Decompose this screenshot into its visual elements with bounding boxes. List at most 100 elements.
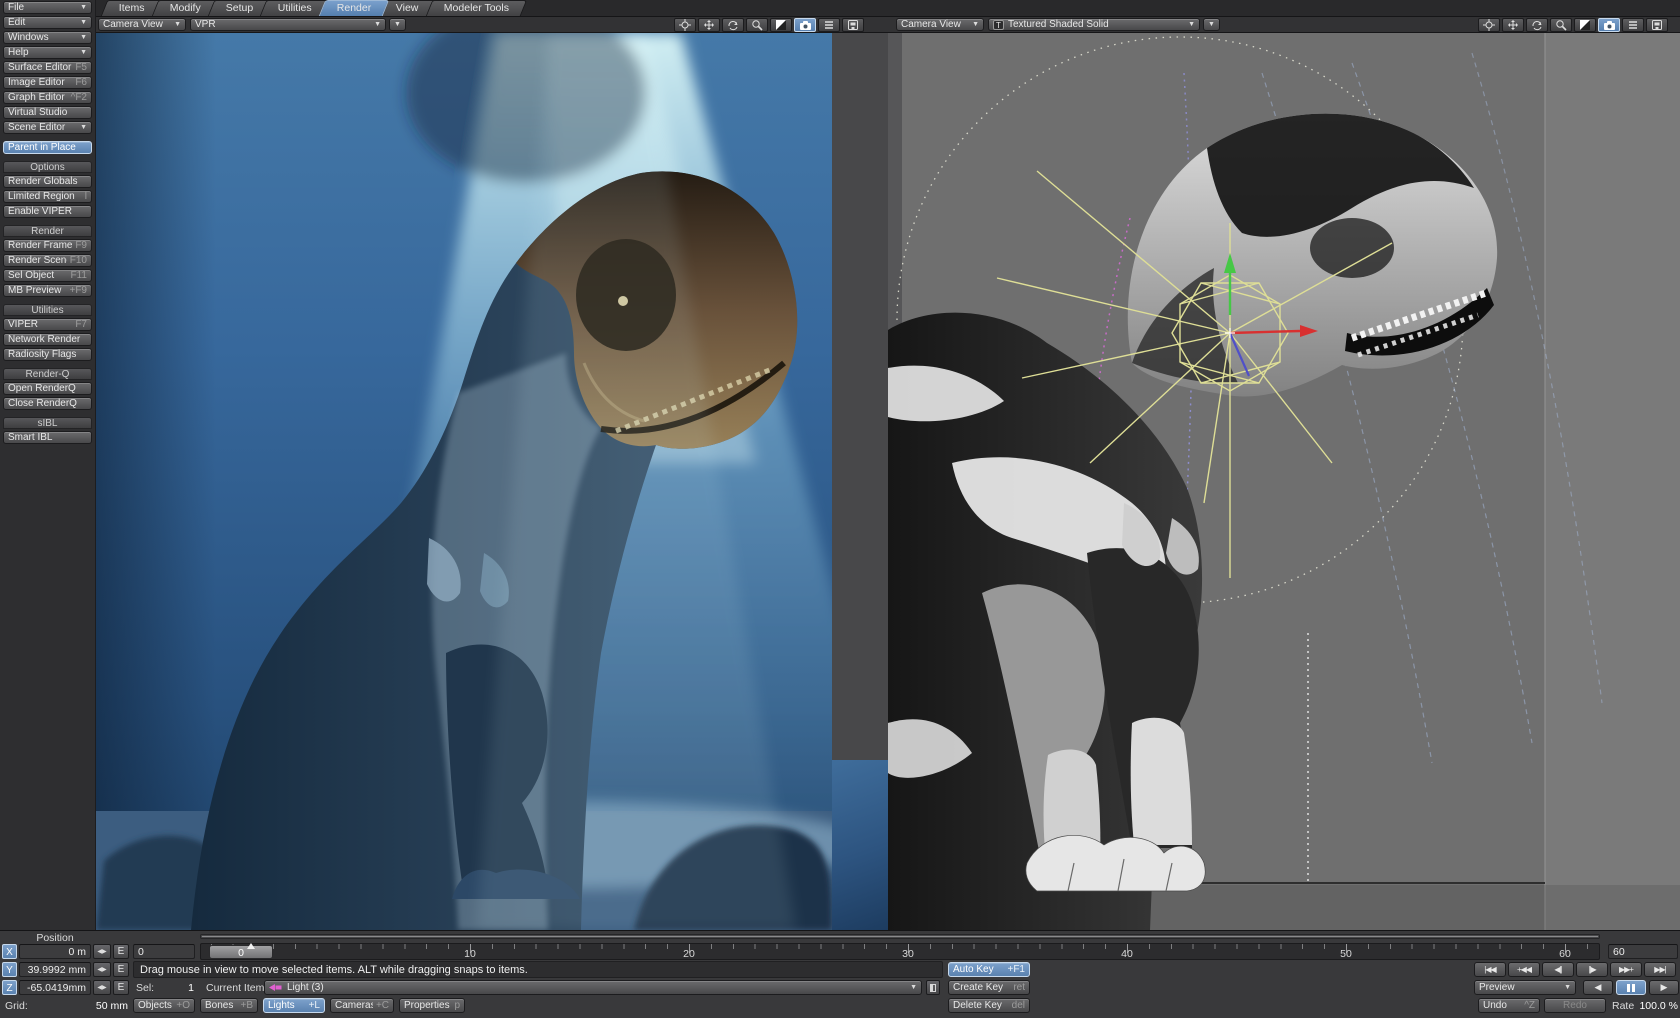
rotate-icon[interactable] bbox=[722, 18, 744, 32]
move-icon[interactable] bbox=[1502, 18, 1524, 32]
light-item-icon bbox=[269, 983, 283, 992]
x-position-field[interactable]: 0 m bbox=[19, 944, 91, 959]
pan-icon[interactable] bbox=[1478, 18, 1500, 32]
maximize-viewport-icon[interactable] bbox=[1574, 18, 1596, 32]
tab-render[interactable]: Render bbox=[319, 0, 390, 16]
menu-help[interactable]: Help▼ bbox=[3, 46, 92, 59]
rate-label: Rate bbox=[1612, 1000, 1634, 1012]
chevron-down-icon: ▼ bbox=[80, 47, 87, 58]
y-position-field[interactable]: 39.9992 mm bbox=[19, 962, 91, 977]
frame-slider-handle[interactable]: 0 bbox=[209, 945, 273, 959]
pause-button[interactable] bbox=[1616, 980, 1646, 995]
pause-icon bbox=[1627, 984, 1635, 992]
objects-mode-button[interactable]: Objects+O bbox=[133, 998, 195, 1013]
item-list-button[interactable] bbox=[926, 980, 940, 995]
zoom-icon[interactable] bbox=[746, 18, 768, 32]
play-forward-button[interactable]: ▶ bbox=[1649, 980, 1679, 995]
chevron-down-icon: ▼ bbox=[174, 19, 181, 30]
chevron-down-icon: ▼ bbox=[910, 982, 917, 993]
timeline-ruler[interactable]: 0 10 20 30 40 50 60 0 bbox=[200, 943, 1600, 960]
timeline-scrollbar[interactable] bbox=[200, 934, 1600, 939]
limited-region-button[interactable]: Limited Regionl bbox=[3, 190, 92, 203]
view-type-dropdown[interactable]: Camera View▼ bbox=[98, 18, 186, 31]
scene-editor-button[interactable]: Scene Editor▼ bbox=[3, 121, 92, 134]
play-reverse-button[interactable]: ◀ bbox=[1583, 980, 1613, 995]
rotate-icon[interactable] bbox=[1526, 18, 1548, 32]
previous-key-button[interactable]: +◀◀ bbox=[1508, 962, 1540, 977]
viewport-options-dropdown[interactable]: ▼ bbox=[1203, 18, 1220, 31]
preview-dropdown[interactable]: Preview▼ bbox=[1474, 980, 1576, 995]
z-position-field[interactable]: -65.0419mm bbox=[19, 980, 91, 995]
z-axis-toggle[interactable]: Z bbox=[2, 980, 17, 995]
viewport-right-titlebar: Camera View▼ TTextured Shaded Solid▼ ▼ bbox=[888, 17, 1680, 33]
image-editor-button[interactable]: Image EditorF6 bbox=[3, 76, 92, 89]
render-mode-dropdown[interactable]: VPR▼ bbox=[190, 18, 386, 31]
viewport-options-dropdown[interactable]: ▼ bbox=[389, 18, 406, 31]
preset-view-icon[interactable] bbox=[1646, 18, 1668, 32]
move-icon[interactable] bbox=[698, 18, 720, 32]
virtual-studio-button[interactable]: Virtual Studio bbox=[3, 106, 92, 119]
menu-edit[interactable]: Edit▼ bbox=[3, 16, 92, 29]
parent-in-place-button[interactable]: Parent in Place bbox=[3, 141, 92, 154]
preset-view-icon[interactable] bbox=[842, 18, 864, 32]
rate-value: 100.0 % bbox=[1636, 1000, 1678, 1012]
current-frame-field[interactable]: 0 bbox=[133, 944, 195, 959]
sel-object-button[interactable]: Sel ObjectF11 bbox=[3, 269, 92, 282]
end-frame-field[interactable]: 60 bbox=[1608, 944, 1678, 959]
z-nudge-buttons[interactable]: ◀▶ bbox=[93, 980, 111, 995]
status-bar: Drag mouse in view to move selected item… bbox=[133, 961, 943, 978]
previous-frame-button[interactable]: ◀|| bbox=[1542, 962, 1574, 977]
x-axis-toggle[interactable]: X bbox=[2, 944, 17, 959]
graph-editor-button[interactable]: Graph Editor^F2 bbox=[3, 91, 92, 104]
maximize-viewport-icon[interactable] bbox=[770, 18, 792, 32]
close-renderq-button[interactable]: Close RenderQ bbox=[3, 397, 92, 410]
zoom-icon[interactable] bbox=[1550, 18, 1572, 32]
menu-icon[interactable] bbox=[1622, 18, 1644, 32]
network-render-button[interactable]: Network Render bbox=[3, 333, 92, 346]
smart-ibl-button[interactable]: Smart IBL bbox=[3, 431, 92, 444]
auto-key-button[interactable]: Auto Key+F1 bbox=[948, 962, 1030, 977]
bones-mode-button[interactable]: Bones+B bbox=[200, 998, 258, 1013]
main-tab-bar: Items Modify Setup Utilities Render View… bbox=[96, 0, 1680, 17]
next-key-button[interactable]: ▶▶+ bbox=[1610, 962, 1642, 977]
cameras-mode-button[interactable]: Cameras+C bbox=[330, 998, 394, 1013]
current-item-dropdown[interactable]: Light (3) ▼ bbox=[264, 980, 922, 995]
lights-mode-button[interactable]: Lights+L bbox=[263, 998, 325, 1013]
y-nudge-buttons[interactable]: ◀▶ bbox=[93, 962, 111, 977]
surface-editor-button[interactable]: Surface EditorF5 bbox=[3, 61, 92, 74]
z-envelope-button[interactable]: E bbox=[113, 980, 129, 995]
view-type-dropdown[interactable]: Camera View▼ bbox=[896, 18, 984, 31]
viper-button[interactable]: VIPERF7 bbox=[3, 318, 92, 331]
camera-icon[interactable] bbox=[1598, 18, 1620, 32]
create-key-button[interactable]: Create Keyret bbox=[948, 980, 1030, 995]
pan-icon[interactable] bbox=[674, 18, 696, 32]
tab-modeler-tools[interactable]: Modeler Tools bbox=[426, 0, 528, 16]
delete-key-button[interactable]: Delete Keydel bbox=[948, 998, 1030, 1013]
render-scene-button[interactable]: Render SceneF10 bbox=[3, 254, 92, 267]
section-header-render: Render bbox=[3, 225, 92, 237]
y-envelope-button[interactable]: E bbox=[113, 962, 129, 977]
y-axis-toggle[interactable]: Y bbox=[2, 962, 17, 977]
enable-viper-button[interactable]: Enable VIPER bbox=[3, 205, 92, 218]
jump-start-button[interactable]: |◀◀ bbox=[1474, 962, 1506, 977]
x-nudge-buttons[interactable]: ◀▶ bbox=[93, 944, 111, 959]
menu-file[interactable]: File▼ bbox=[3, 1, 92, 14]
x-envelope-button[interactable]: E bbox=[113, 944, 129, 959]
menu-icon[interactable] bbox=[818, 18, 840, 32]
render-globals-button[interactable]: Render Globals bbox=[3, 175, 92, 188]
open-renderq-button[interactable]: Open RenderQ bbox=[3, 382, 92, 395]
radiosity-flags-button[interactable]: Radiosity Flags bbox=[3, 348, 92, 361]
undo-button[interactable]: Undo^Z bbox=[1478, 998, 1540, 1013]
vpr-render-view[interactable] bbox=[96, 33, 832, 930]
mb-preview-button[interactable]: MB Preview+F9 bbox=[3, 284, 92, 297]
render-edge-wedge bbox=[832, 760, 888, 930]
camera-icon[interactable] bbox=[794, 18, 816, 32]
menu-windows[interactable]: Windows▼ bbox=[3, 31, 92, 44]
properties-button[interactable]: Propertiesp bbox=[399, 998, 465, 1013]
render-mode-dropdown[interactable]: TTextured Shaded Solid▼ bbox=[988, 18, 1200, 31]
opengl-render-view[interactable] bbox=[888, 33, 1680, 930]
jump-end-button[interactable]: ▶▶| bbox=[1644, 962, 1676, 977]
next-frame-button[interactable]: ||▶ bbox=[1576, 962, 1608, 977]
redo-button[interactable]: Redo bbox=[1544, 998, 1606, 1013]
render-frame-button[interactable]: Render FrameF9 bbox=[3, 239, 92, 252]
